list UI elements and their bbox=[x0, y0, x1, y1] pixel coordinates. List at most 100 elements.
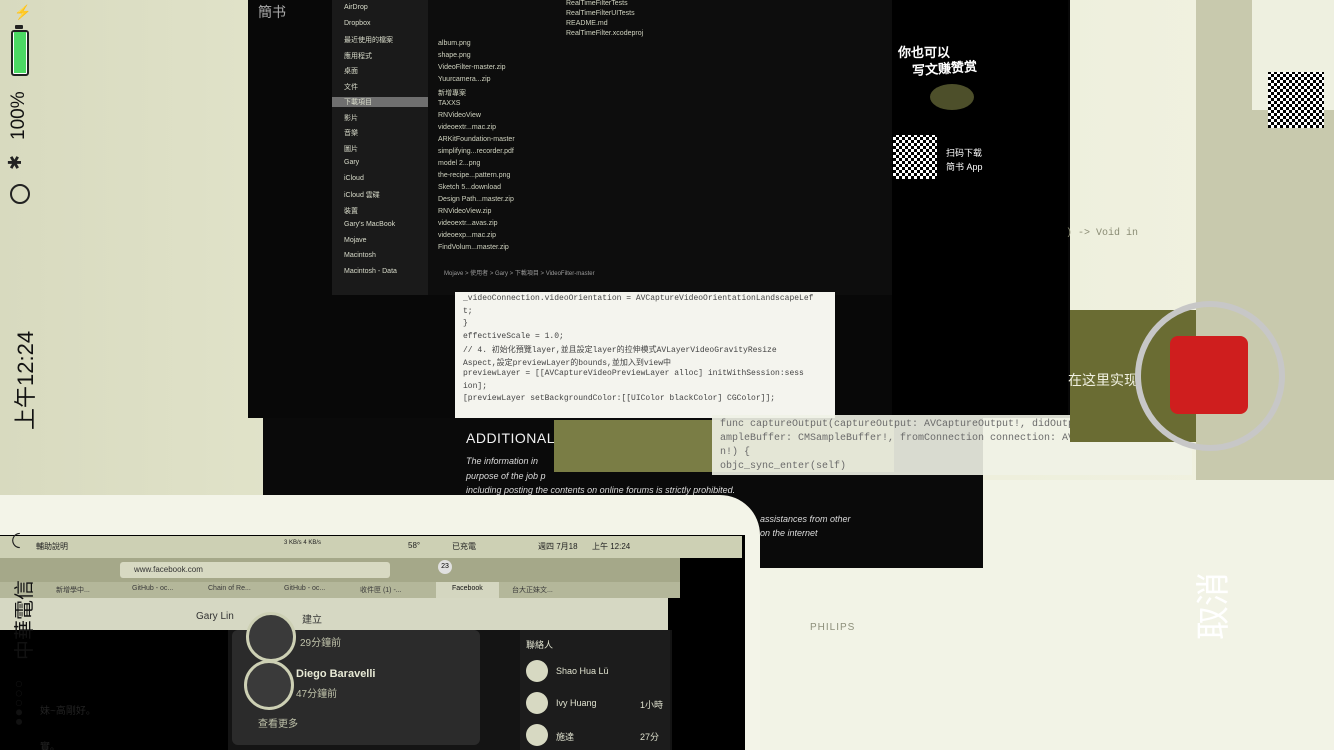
finder-sidebar-item: Macintosh - Data bbox=[344, 267, 397, 275]
avatar bbox=[526, 692, 548, 714]
code-line: n!) { bbox=[720, 447, 751, 458]
finder-file: RealTimeFilterUITests bbox=[566, 10, 635, 17]
code-line: Aspect,設定previewLayer的bounds,並加入到view中 bbox=[463, 358, 672, 368]
battery-percent: 100% bbox=[8, 91, 29, 140]
battery-status: 已充電 bbox=[452, 542, 476, 551]
finder-file: FindVolum...master.zip bbox=[438, 244, 509, 251]
cancel-button[interactable]: 取消 bbox=[1186, 572, 1235, 640]
finder-sidebar-item: Mojave bbox=[344, 236, 367, 244]
finder-sidebar-item: 音樂 bbox=[344, 130, 358, 137]
battery-fill bbox=[14, 32, 26, 73]
temperature: 58° bbox=[408, 541, 421, 550]
finder-sidebar-item: 影片 bbox=[344, 114, 358, 122]
browser-tab[interactable]: GitHub - oc... bbox=[284, 585, 325, 592]
stop-recording-button[interactable] bbox=[1170, 336, 1248, 414]
browser-tabs: 新增學中... GitHub - oc... Chain of Re... GitHu… bbox=[0, 582, 680, 598]
finder-column-1: album.png shape.png VideoFilter-master.zip… bbox=[432, 0, 552, 270]
finder-sidebar-item: Macintosh bbox=[344, 252, 376, 259]
finder-file: Sketch 5...download bbox=[438, 184, 502, 191]
avatar bbox=[526, 724, 548, 746]
finder-sidebar: AirDrop Dropbox 最近使用的檔案 應用程式 桌面 文件 下載項目 影片 音樂 圖片 G… bbox=[332, 0, 428, 295]
fb-contacts-title: 聯絡人 bbox=[526, 640, 554, 650]
facebook-navbar: Gary Lin 首頁 建立 bbox=[0, 598, 668, 630]
qr-code-right bbox=[1268, 72, 1324, 128]
code-line: ion]; bbox=[463, 381, 488, 391]
fb-person-name: Diego Baravelli bbox=[296, 668, 376, 680]
finder-file: README.md bbox=[566, 20, 608, 27]
finder-file: VideoFilter-master.zip bbox=[438, 64, 506, 71]
finder-sidebar-item: 裝置 bbox=[344, 207, 358, 215]
finder-file: RealTimeFilter.xcodeproj bbox=[566, 30, 644, 37]
camera-viewfinder: 簡书 AirDrop Dropbox 最近使用的檔案 應用程式 桌面 文件 下載項目 影片 音樂… bbox=[0, 0, 1334, 750]
code-line: [previewLayer setBackgroundColor:[[UICol… bbox=[463, 394, 776, 403]
finder-file: model 2...png bbox=[438, 160, 481, 167]
brand-text: 簡书 bbox=[258, 4, 286, 20]
finder-window: AirDrop Dropbox 最近使用的檔案 應用程式 桌面 文件 下載項目 影片 音樂 圖片 G… bbox=[332, 0, 893, 295]
finder-path-bar: Mojave > 使用者 > Gary > 下載項目 > VideoFilter… bbox=[444, 271, 595, 277]
finder-sidebar-item: Gary's MacBook bbox=[344, 221, 396, 228]
finder-file: videoextr...mac.zip bbox=[438, 124, 496, 131]
code-line: } bbox=[463, 319, 468, 328]
url-text: www.facebook.com bbox=[134, 565, 203, 574]
finder-sidebar-item: Gary bbox=[344, 159, 360, 166]
code-fragment: ) -> Void in bbox=[1066, 228, 1139, 239]
code-line: objc_sync_enter(self) bbox=[720, 461, 847, 472]
fb-left-text-2: 實。 bbox=[40, 742, 60, 750]
finder-sidebar-item: 圖片 bbox=[344, 145, 358, 153]
monitor-brand: PHILIPS bbox=[810, 622, 856, 633]
finder-file: the-recipe...pattern.png bbox=[438, 172, 511, 179]
finder-file: Yuurcamera...zip bbox=[438, 76, 491, 83]
finder-file: RNVideoView bbox=[438, 112, 481, 119]
fb-contact-meta: 1小時 bbox=[640, 700, 664, 710]
additional-line-5: on the internet bbox=[760, 528, 818, 538]
qr-code bbox=[893, 135, 937, 179]
fb-user-name: Gary Lin bbox=[196, 611, 234, 622]
finder-file: RealTimeFilterTests bbox=[566, 0, 628, 7]
browser-tab[interactable]: GitHub - oc... bbox=[132, 585, 173, 592]
additional-line-2: purpose of the job p bbox=[466, 471, 546, 481]
code-line: effectiveScale = 1.0; bbox=[463, 331, 564, 341]
browser-tab[interactable]: 台大正妹文... bbox=[512, 585, 553, 595]
bluetooth-icon: ✱ bbox=[5, 154, 26, 171]
net-speed: 3 KB/s 4 KB/s bbox=[284, 540, 322, 546]
fb-contact-name: 施達 bbox=[556, 732, 575, 742]
charging-icon: ⚡ bbox=[14, 4, 32, 20]
browser-tab[interactable]: 新增學中... bbox=[56, 585, 90, 595]
ad-download-text: 扫码下载 bbox=[946, 148, 983, 158]
menubar-date: 週四 7月18 bbox=[538, 542, 578, 551]
additional-line-4: assistances from other bbox=[760, 514, 851, 524]
status-time: 上午12:24 bbox=[13, 330, 38, 430]
avatar bbox=[246, 612, 296, 662]
code-line: previewLayer = [[AVCaptureVideoPreviewLa… bbox=[463, 369, 804, 378]
finder-sidebar-item: iCloud bbox=[344, 174, 364, 182]
finder-file: simplifying...recorder.pdf bbox=[438, 148, 514, 155]
code-line: _videoConnection.videoOrientation = AVCa… bbox=[463, 294, 814, 303]
battery-icon-nub bbox=[15, 25, 23, 29]
olive-panel-text: 在这里实现. bbox=[1068, 372, 1142, 388]
finder-file: Design Path...master.zip bbox=[438, 196, 514, 203]
finder-sidebar-item: 應用程式 bbox=[344, 52, 372, 60]
browser-tab[interactable]: Facebook bbox=[436, 582, 499, 598]
browser-tab[interactable]: 收件匣 (1) -... bbox=[360, 585, 402, 595]
ad-app-text: 简书 App bbox=[946, 162, 983, 172]
finder-sidebar-item: 最近使用的檔案 bbox=[344, 37, 393, 44]
finder-file: album.png bbox=[438, 40, 471, 47]
fb-contact-name: Shao Hua Lü bbox=[556, 666, 609, 676]
fb-contact-meta: 27分 bbox=[640, 732, 660, 742]
additional-line-3: including posting the contents on online… bbox=[466, 485, 736, 495]
finder-file: videoextr...avas.zip bbox=[438, 220, 498, 227]
fb-time-ago-1: 29分鐘前 bbox=[300, 638, 342, 649]
code-printout: _videoConnection.videoOrientation = AVCa… bbox=[455, 292, 835, 427]
coins-icon bbox=[930, 84, 974, 110]
finder-file: ARKitFoundation-master bbox=[438, 136, 515, 143]
fb-time-ago-2: 47分鐘前 bbox=[296, 689, 338, 700]
browser-tab[interactable]: Chain of Re... bbox=[208, 585, 251, 592]
finder-sidebar-item: AirDrop bbox=[344, 4, 368, 11]
signal-strength: ●●○○○ bbox=[10, 678, 26, 726]
fb-contact-name: Ivy Huang bbox=[556, 698, 597, 708]
additional-line-1: The information in bbox=[466, 456, 539, 466]
code-line: t; bbox=[463, 306, 473, 316]
finder-sidebar-item: Dropbox bbox=[344, 19, 371, 27]
avatar bbox=[526, 660, 548, 682]
finder-sidebar-item: 下載項目 bbox=[332, 97, 428, 107]
